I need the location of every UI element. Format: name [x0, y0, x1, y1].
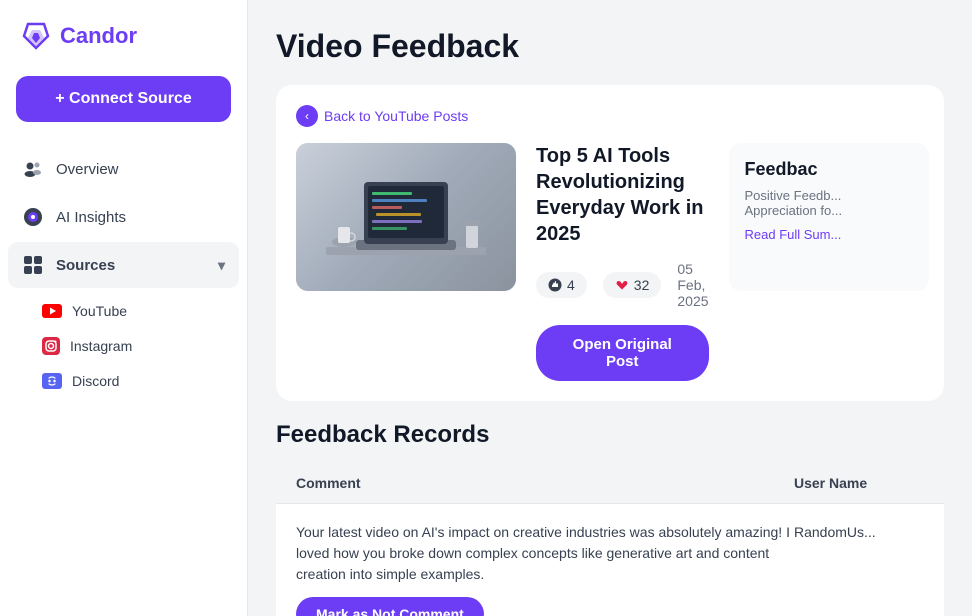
- people-icon: [22, 158, 44, 180]
- instagram-label: Instagram: [70, 338, 132, 354]
- back-label: Back to YouTube Posts: [324, 108, 468, 124]
- feedback-panel-subtitle: Positive Feedb... Appreciation fo...: [745, 188, 913, 218]
- instagram-icon: [42, 337, 60, 355]
- youtube-label: YouTube: [72, 303, 127, 319]
- thumbs-count: 4: [567, 277, 575, 293]
- sidebar-item-discord[interactable]: Discord: [28, 364, 239, 398]
- hearts-badge: 32: [603, 272, 662, 298]
- back-arrow-icon: ‹: [296, 105, 318, 127]
- hearts-count: 32: [634, 277, 650, 293]
- sidebar-item-instagram[interactable]: Instagram: [28, 328, 239, 364]
- feedback-records-title: Feedback Records: [276, 421, 944, 449]
- sidebar-item-youtube[interactable]: YouTube: [28, 294, 239, 328]
- page-title: Video Feedback: [276, 28, 944, 65]
- video-date: 05 Feb, 2025: [677, 261, 708, 309]
- youtube-icon: [42, 304, 62, 318]
- connect-source-button[interactable]: + Connect Source: [16, 76, 231, 122]
- video-title: Top 5 AI Tools Revolutionizing Everyday …: [536, 143, 709, 247]
- logo-icon: [20, 20, 52, 52]
- thumbs-up-icon: [548, 278, 562, 292]
- heart-icon: [615, 278, 629, 292]
- sources-label: Sources: [56, 257, 115, 274]
- discord-label: Discord: [72, 373, 119, 389]
- thumbs-badge: 4: [536, 272, 587, 298]
- table-row: Your latest video on AI's impact on crea…: [276, 504, 944, 616]
- feedback-summary-panel: Feedbac Positive Feedb... Appreciation f…: [729, 143, 929, 291]
- sources-sub-items: YouTube: [8, 290, 239, 402]
- ai-insights-label: AI Insights: [56, 209, 126, 226]
- sidebar-item-ai-insights[interactable]: AI Insights: [8, 194, 239, 240]
- sidebar: Candor + Connect Source Overview: [0, 0, 248, 616]
- sidebar-item-sources[interactable]: Sources ▾: [8, 242, 239, 288]
- back-link[interactable]: ‹ Back to YouTube Posts: [296, 105, 924, 127]
- overview-label: Overview: [56, 161, 119, 178]
- chevron-down-icon: ▾: [218, 257, 225, 274]
- main-content: Video Feedback ‹ Back to YouTube Posts: [248, 0, 972, 616]
- video-details: Top 5 AI Tools Revolutionizing Everyday …: [536, 143, 709, 381]
- sidebar-nav: Overview AI Insights: [0, 146, 247, 402]
- logo: Candor: [0, 20, 247, 76]
- row-comment-text: Your latest video on AI's impact on crea…: [296, 522, 794, 585]
- sources-icon: [22, 254, 44, 276]
- table-header: Comment User Name: [276, 463, 944, 504]
- col-username-header: User Name: [794, 475, 924, 491]
- discord-icon: [42, 373, 62, 389]
- video-thumbnail: [296, 143, 516, 291]
- feedback-table: Comment User Name Your latest video on A…: [276, 463, 944, 616]
- open-original-post-button[interactable]: Open Original Post: [536, 325, 709, 381]
- feedback-panel-title: Feedbac: [745, 159, 913, 180]
- sidebar-item-overview[interactable]: Overview: [8, 146, 239, 192]
- mark-as-not-comment-button[interactable]: Mark as Not Comment: [296, 597, 484, 616]
- app-name: Candor: [60, 23, 137, 49]
- ai-icon: [22, 206, 44, 228]
- col-comment-header: Comment: [296, 475, 794, 491]
- read-full-link[interactable]: Read Full Sum...: [745, 227, 842, 242]
- video-info-card: ‹ Back to YouTube Posts: [276, 85, 944, 401]
- feedback-records-section: Feedback Records Comment User Name Your …: [276, 421, 944, 616]
- video-meta: 4 32 05 Feb, 2025: [536, 261, 709, 309]
- row-username: RandomUs...: [794, 522, 924, 540]
